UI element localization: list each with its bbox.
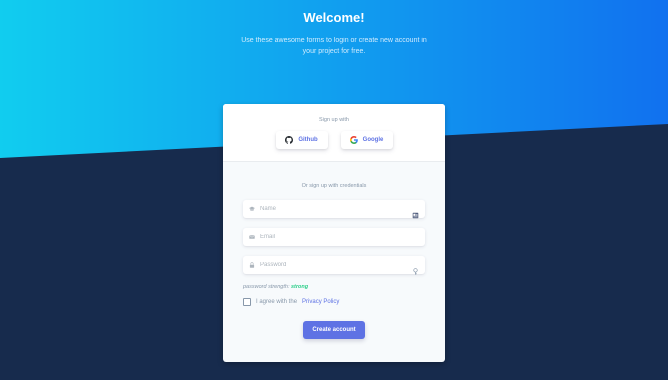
github-button-label: Github [298, 137, 318, 143]
create-account-button[interactable]: Create account [303, 321, 365, 339]
name-field[interactable] [243, 200, 425, 218]
key-icon[interactable] [412, 262, 419, 275]
name-input[interactable] [260, 206, 412, 212]
password-strength-label: password strength: [243, 284, 290, 290]
social-buttons: Github Google [223, 131, 445, 149]
page-lead-text: Use these awesome forms to login or crea… [241, 37, 427, 55]
privacy-agreement: I agree with the Privacy Policy [243, 298, 425, 306]
github-icon [285, 136, 294, 144]
page-header: Welcome! Use these awesome forms to logi… [0, 10, 668, 57]
google-button-label: Google [362, 137, 384, 143]
email-icon [249, 234, 255, 240]
password-strength-value: strong [291, 284, 309, 290]
graduation-cap-icon [249, 206, 255, 212]
privacy-checkbox[interactable] [243, 298, 251, 306]
privacy-policy-link[interactable]: Privacy Policy [302, 299, 339, 305]
credentials-label: Or sign up with credentials [301, 183, 367, 189]
contact-card-icon [412, 206, 419, 218]
password-strength: password strength: strong [243, 284, 425, 290]
page-title: Welcome! [303, 10, 365, 25]
card-header: Sign up with Github Google [223, 104, 445, 162]
github-button[interactable]: Github [275, 131, 328, 149]
email-input[interactable] [260, 234, 419, 240]
agree-text: I agree with the [256, 299, 298, 305]
signup-with-label: Sign up with [319, 117, 349, 123]
email-field[interactable] [243, 228, 425, 246]
password-field[interactable] [243, 256, 425, 275]
google-button[interactable]: Google [340, 131, 393, 149]
lock-icon [249, 262, 255, 268]
google-icon [349, 136, 358, 144]
signup-card: Sign up with Github Google Or sign up wi… [223, 104, 445, 362]
card-body: Or sign up with credentials Name Email p… [223, 162, 445, 339]
password-input[interactable] [260, 262, 412, 268]
